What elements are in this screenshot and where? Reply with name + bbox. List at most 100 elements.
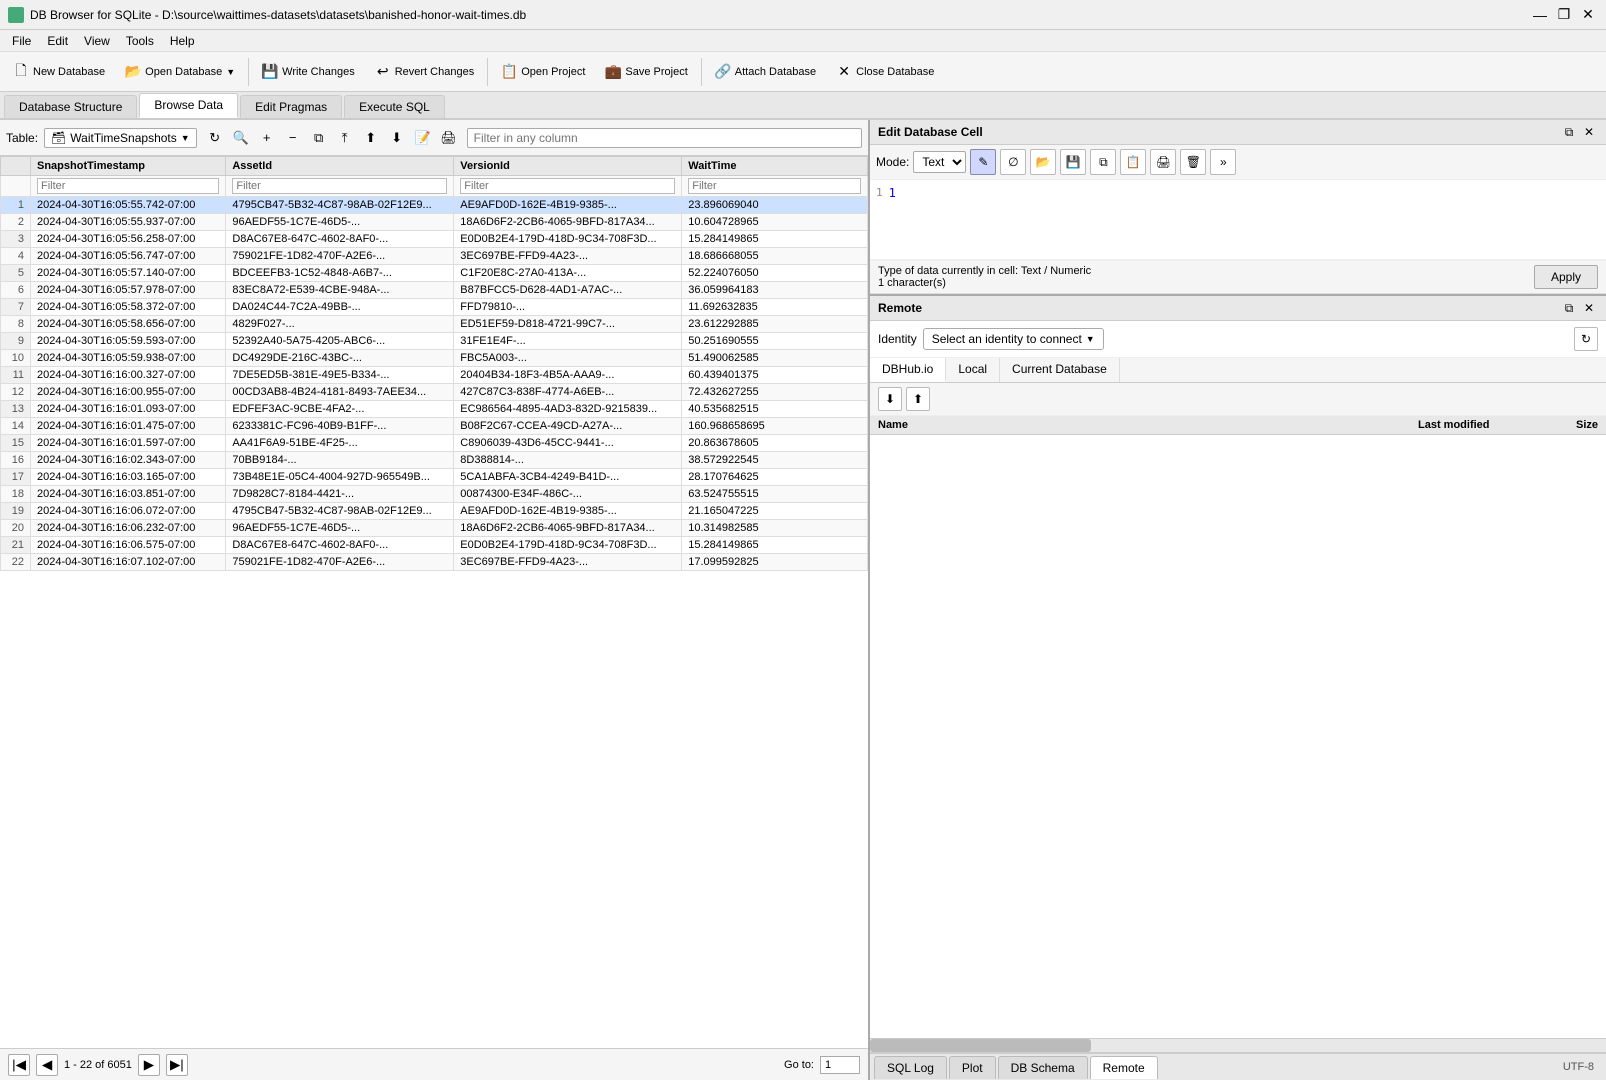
table-row[interactable]: 7 2024-04-30T16:05:58.372-07:00 DA024C44… bbox=[1, 299, 868, 316]
new-database-button[interactable]: 🗋 New Database bbox=[4, 59, 114, 85]
cell-version[interactable]: 3EC697BE-FFD9-4A23-... bbox=[454, 248, 682, 265]
cell-asset[interactable]: AA41F6A9-51BE-4F25-... bbox=[226, 435, 454, 452]
bottom-tab-remote[interactable]: Remote bbox=[1090, 1056, 1158, 1079]
cell-version[interactable]: 00874300-E34F-486C-... bbox=[454, 486, 682, 503]
cell-version[interactable]: 18A6D6F2-2CB6-4065-9BFD-817A34... bbox=[454, 214, 682, 231]
open-project-button[interactable]: 📋 Open Project bbox=[492, 59, 594, 85]
table-row[interactable]: 11 2024-04-30T16:16:00.327-07:00 7DE5ED5… bbox=[1, 367, 868, 384]
cell-asset[interactable]: 00CD3AB8-4B24-4181-8493-7AEE34... bbox=[226, 384, 454, 401]
remote-scrollbar[interactable] bbox=[870, 1038, 1606, 1052]
menu-help[interactable]: Help bbox=[162, 32, 203, 50]
import-button[interactable]: ⬇ bbox=[385, 126, 409, 150]
tab-execute-sql[interactable]: Execute SQL bbox=[344, 95, 445, 118]
cell-snapshot[interactable]: 2024-04-30T16:05:56.747-07:00 bbox=[31, 248, 226, 265]
sql-button[interactable]: 📝 bbox=[411, 126, 435, 150]
cell-value[interactable]: 1 bbox=[889, 186, 896, 253]
cell-snapshot[interactable]: 2024-04-30T16:05:57.140-07:00 bbox=[31, 265, 226, 282]
menu-view[interactable]: View bbox=[76, 32, 118, 50]
cell-wait[interactable]: 21.165047225 bbox=[682, 503, 868, 520]
minimize-button[interactable]: — bbox=[1530, 5, 1550, 25]
table-row[interactable]: 18 2024-04-30T16:16:03.851-07:00 7D9828C… bbox=[1, 486, 868, 503]
cell-snapshot[interactable]: 2024-04-30T16:16:06.072-07:00 bbox=[31, 503, 226, 520]
cell-snapshot[interactable]: 2024-04-30T16:16:06.232-07:00 bbox=[31, 520, 226, 537]
first-page-button[interactable]: |◀ bbox=[8, 1054, 30, 1076]
cell-wait[interactable]: 23.612292885 bbox=[682, 316, 868, 333]
table-row[interactable]: 8 2024-04-30T16:05:58.656-07:00 4829F027… bbox=[1, 316, 868, 333]
remote-tab-local[interactable]: Local bbox=[946, 358, 1000, 382]
filter-wait[interactable] bbox=[682, 176, 868, 197]
table-row[interactable]: 9 2024-04-30T16:05:59.593-07:00 52392A40… bbox=[1, 333, 868, 350]
tab-database-structure[interactable]: Database Structure bbox=[4, 95, 137, 118]
table-row[interactable]: 3 2024-04-30T16:05:56.258-07:00 D8AC67E8… bbox=[1, 231, 868, 248]
remote-tab-dbhubio[interactable]: DBHub.io bbox=[870, 358, 946, 382]
write-changes-button[interactable]: 💾 Write Changes bbox=[253, 59, 364, 85]
cell-asset[interactable]: 52392A40-5A75-4205-ABC6-... bbox=[226, 333, 454, 350]
cell-asset[interactable]: DC4929DE-216C-43BC-... bbox=[226, 350, 454, 367]
table-row[interactable]: 12 2024-04-30T16:16:00.955-07:00 00CD3AB… bbox=[1, 384, 868, 401]
cell-export-button[interactable]: 💾 bbox=[1060, 149, 1086, 175]
cell-version[interactable]: EC986564-4895-4AD3-832D-9215839... bbox=[454, 401, 682, 418]
remote-upload-button[interactable]: ⬆ bbox=[906, 387, 930, 411]
tab-browse-data[interactable]: Browse Data bbox=[139, 93, 238, 118]
edit-cell-detach-button[interactable]: ⧉ bbox=[1560, 123, 1578, 141]
cell-asset[interactable]: DA024C44-7C2A-49BB-... bbox=[226, 299, 454, 316]
filter-version-input[interactable] bbox=[460, 178, 675, 194]
table-row[interactable]: 4 2024-04-30T16:05:56.747-07:00 759021FE… bbox=[1, 248, 868, 265]
table-row[interactable]: 19 2024-04-30T16:16:06.072-07:00 4795CB4… bbox=[1, 503, 868, 520]
cell-snapshot[interactable]: 2024-04-30T16:16:00.327-07:00 bbox=[31, 367, 226, 384]
cell-wait[interactable]: 50.251690555 bbox=[682, 333, 868, 350]
cell-wait[interactable]: 36.059964183 bbox=[682, 282, 868, 299]
prev-page-button[interactable]: ◀ bbox=[36, 1054, 58, 1076]
cell-version[interactable]: AE9AFD0D-162E-4B19-9385-... bbox=[454, 503, 682, 520]
last-page-button[interactable]: ▶| bbox=[166, 1054, 188, 1076]
cell-wait[interactable]: 23.896069040 bbox=[682, 197, 868, 214]
cell-asset[interactable]: 73B48E1E-05C4-4004-927D-965549B... bbox=[226, 469, 454, 486]
cell-asset[interactable]: 759021FE-1D82-470F-A2E6-... bbox=[226, 554, 454, 571]
next-page-button[interactable]: ▶ bbox=[138, 1054, 160, 1076]
cell-wait[interactable]: 15.284149865 bbox=[682, 231, 868, 248]
attach-database-button[interactable]: 🔗 Attach Database bbox=[706, 59, 825, 85]
cell-snapshot[interactable]: 2024-04-30T16:05:55.742-07:00 bbox=[31, 197, 226, 214]
cell-asset[interactable]: 7DE5ED5B-381E-49E5-B334-... bbox=[226, 367, 454, 384]
col-asset-id[interactable]: AssetId bbox=[226, 157, 454, 176]
cell-snapshot[interactable]: 2024-04-30T16:16:01.475-07:00 bbox=[31, 418, 226, 435]
filter-snapshot[interactable] bbox=[31, 176, 226, 197]
cell-asset[interactable]: D8AC67E8-647C-4602-8AF0-... bbox=[226, 537, 454, 554]
cell-asset[interactable]: 4795CB47-5B32-4C87-98AB-02F12E9... bbox=[226, 197, 454, 214]
cell-version[interactable]: 31FE1E4F-... bbox=[454, 333, 682, 350]
cell-wait[interactable]: 72.432627255 bbox=[682, 384, 868, 401]
menu-edit[interactable]: Edit bbox=[39, 32, 76, 50]
table-row[interactable]: 15 2024-04-30T16:16:01.597-07:00 AA41F6A… bbox=[1, 435, 868, 452]
cell-version[interactable]: C1F20E8C-27A0-413A-... bbox=[454, 265, 682, 282]
open-database-button[interactable]: 📂 Open Database ▼ bbox=[116, 59, 244, 85]
cell-asset[interactable]: 70BB9184-... bbox=[226, 452, 454, 469]
cell-null-button[interactable]: ∅ bbox=[1000, 149, 1026, 175]
filter-input[interactable] bbox=[467, 128, 862, 148]
cell-version[interactable]: ED51EF59-D818-4721-99C7-... bbox=[454, 316, 682, 333]
cell-print-button[interactable]: 🖨 bbox=[1150, 149, 1176, 175]
cell-snapshot[interactable]: 2024-04-30T16:16:07.102-07:00 bbox=[31, 554, 226, 571]
remote-tab-current-db[interactable]: Current Database bbox=[1000, 358, 1120, 382]
cell-version[interactable]: E0D0B2E4-179D-418D-9C34-708F3D... bbox=[454, 537, 682, 554]
close-database-button[interactable]: ✕ Close Database bbox=[827, 59, 943, 85]
cell-wait[interactable]: 10.314982585 bbox=[682, 520, 868, 537]
tab-edit-pragmas[interactable]: Edit Pragmas bbox=[240, 95, 342, 118]
cell-asset[interactable]: 96AEDF55-1C7E-46D5-... bbox=[226, 214, 454, 231]
remote-download-button[interactable]: ⬇ bbox=[878, 387, 902, 411]
filter-asset[interactable] bbox=[226, 176, 454, 197]
cell-wait[interactable]: 63.524755515 bbox=[682, 486, 868, 503]
cell-snapshot[interactable]: 2024-04-30T16:16:00.955-07:00 bbox=[31, 384, 226, 401]
cell-snapshot[interactable]: 2024-04-30T16:16:03.851-07:00 bbox=[31, 486, 226, 503]
table-row[interactable]: 16 2024-04-30T16:16:02.343-07:00 70BB918… bbox=[1, 452, 868, 469]
cell-wait[interactable]: 60.439401375 bbox=[682, 367, 868, 384]
remote-close-button[interactable]: ✕ bbox=[1580, 299, 1598, 317]
cell-asset[interactable]: 6233381C-FC96-40B9-B1FF-... bbox=[226, 418, 454, 435]
cell-version[interactable]: 427C87C3-838F-4774-A6EB-... bbox=[454, 384, 682, 401]
cell-clear-button[interactable]: 🗑 bbox=[1180, 149, 1206, 175]
identity-refresh-button[interactable]: ↻ bbox=[1574, 327, 1598, 351]
cell-version[interactable]: E0D0B2E4-179D-418D-9C34-708F3D... bbox=[454, 231, 682, 248]
cell-snapshot[interactable]: 2024-04-30T16:05:57.978-07:00 bbox=[31, 282, 226, 299]
new-record-button[interactable]: + bbox=[255, 126, 279, 150]
cell-wait[interactable]: 40.535682515 bbox=[682, 401, 868, 418]
cell-version[interactable]: AE9AFD0D-162E-4B19-9385-... bbox=[454, 197, 682, 214]
